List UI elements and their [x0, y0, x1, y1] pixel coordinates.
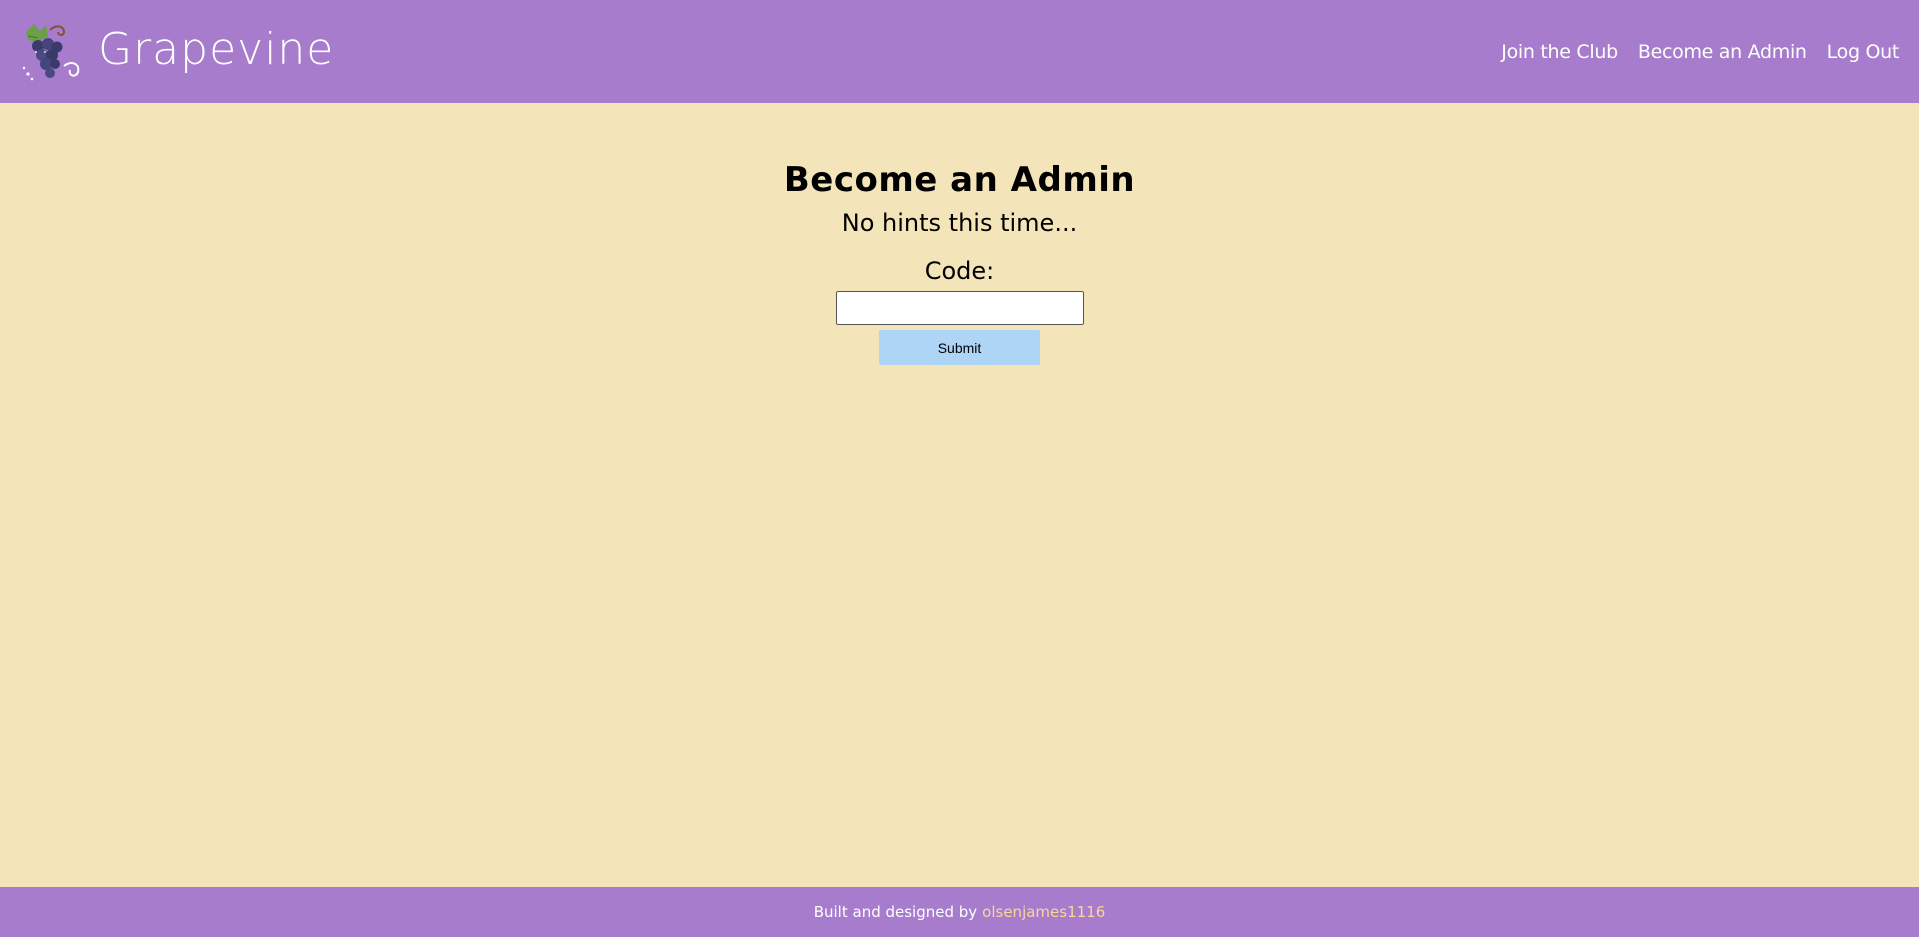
admin-code-form: Code: Submit — [0, 257, 1919, 366]
page-subtitle: No hints this time... — [841, 209, 1078, 238]
site-header: Grapevine Join the Club Become an Admin … — [0, 0, 1919, 103]
logo-wordmark: Grapevine — [98, 23, 335, 75]
main-nav: Join the Club Become an Admin Log Out — [1501, 41, 1899, 63]
site-footer: Built and designed by olsenjames1116 — [0, 887, 1919, 937]
nav-log-out[interactable]: Log Out — [1827, 41, 1900, 63]
home-logo-link[interactable]: Grapevine — [20, 0, 334, 103]
page-title: Become an Admin — [783, 160, 1136, 200]
footer-author-link[interactable]: olsenjames1116 — [982, 903, 1105, 921]
nav-become-an-admin[interactable]: Become an Admin — [1638, 41, 1807, 63]
code-input[interactable] — [835, 291, 1084, 326]
grape-cluster-icon — [22, 23, 80, 80]
main-content: Become an Admin No hints this time... Co… — [0, 103, 1919, 887]
submit-button[interactable]: Submit — [879, 330, 1040, 366]
code-label: Code: — [924, 257, 995, 286]
nav-join-the-club[interactable]: Join the Club — [1501, 41, 1618, 63]
footer-credit-text: Built and designed by — [813, 903, 978, 921]
